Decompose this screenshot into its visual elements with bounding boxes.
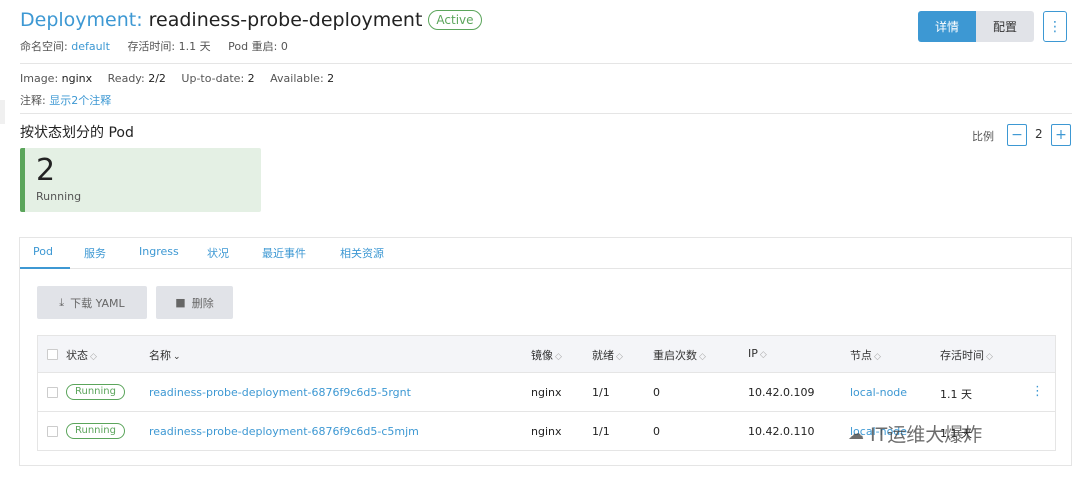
section-title: 按状态划分的 Pod bbox=[20, 125, 134, 141]
pod-state-count: 2 bbox=[36, 153, 56, 188]
pod-node-link[interactable]: local-node bbox=[850, 386, 907, 399]
header-node[interactable]: 节点 ◇ bbox=[850, 347, 881, 363]
pod-restarts: 0 bbox=[653, 386, 660, 399]
age-label: 存活时间: bbox=[127, 40, 176, 53]
scale-increase-button[interactable]: + bbox=[1051, 124, 1071, 146]
namespace-link[interactable]: default bbox=[71, 40, 110, 53]
detail-button[interactable]: 详情 bbox=[918, 11, 976, 42]
pod-ready: 1/1 bbox=[592, 425, 610, 438]
available-value: 2 bbox=[327, 72, 335, 85]
ready-value: 2/2 bbox=[148, 72, 166, 85]
watermark-text: IT运维大爆炸 bbox=[870, 424, 983, 446]
tab-related[interactable]: 相关资源 bbox=[340, 245, 384, 261]
header-name[interactable]: 名称 ⌄ bbox=[149, 347, 181, 363]
sort-icon: ◇ bbox=[759, 350, 767, 360]
divider bbox=[20, 63, 1072, 64]
row-checkbox[interactable] bbox=[47, 387, 58, 398]
row-divider bbox=[38, 411, 1055, 412]
available-label: Available: bbox=[270, 72, 324, 85]
sort-icon: ◇ bbox=[699, 352, 706, 362]
tab-ingress[interactable]: Ingress bbox=[139, 245, 179, 258]
plus-icon: + bbox=[1055, 127, 1067, 143]
download-yaml-button[interactable]: ⤓ 下载 YAML bbox=[37, 286, 147, 319]
divider bbox=[20, 113, 1072, 114]
show-annotations-link[interactable]: 显示2个注释 bbox=[49, 94, 111, 107]
side-handle bbox=[0, 100, 5, 124]
wechat-icon: ☁ bbox=[848, 424, 864, 443]
active-tab-indicator bbox=[20, 267, 70, 269]
delete-label: 删除 bbox=[191, 296, 214, 310]
sort-icon: ◇ bbox=[616, 352, 623, 362]
tab-conditions[interactable]: 状况 bbox=[207, 245, 229, 261]
sort-icon: ◇ bbox=[874, 352, 881, 362]
namespace-label: 命名空间: bbox=[20, 40, 68, 53]
delete-button[interactable]: ■ 删除 bbox=[156, 286, 233, 319]
pod-age: 1.1 天 bbox=[940, 388, 972, 401]
pod-image: nginx bbox=[531, 425, 562, 438]
annotations-row: 注释: 显示2个注释 bbox=[20, 92, 111, 108]
resource-name: readiness-probe-deployment bbox=[148, 9, 423, 31]
tab-pod[interactable]: Pod bbox=[33, 245, 53, 258]
more-menu-button[interactable]: ⋮ bbox=[1043, 11, 1067, 42]
minus-icon: − bbox=[1011, 127, 1023, 143]
resource-kind[interactable]: Deployment: bbox=[20, 9, 143, 31]
deployment-info: Image: nginx Ready: 2/2 Up-to-date: 2 Av… bbox=[20, 72, 334, 85]
pod-name-link[interactable]: readiness-probe-deployment-6876f9c6d5-c5… bbox=[149, 425, 419, 438]
pod-name-link[interactable]: readiness-probe-deployment-6876f9c6d5-5r… bbox=[149, 386, 411, 399]
sort-icon: ◇ bbox=[555, 352, 562, 362]
config-button[interactable]: 配置 bbox=[976, 11, 1034, 42]
trash-icon: ■ bbox=[175, 296, 186, 309]
header-image[interactable]: 镜像 ◇ bbox=[531, 347, 562, 363]
pod-state-label: Running bbox=[36, 190, 82, 203]
status-badge: Active bbox=[428, 10, 482, 30]
restarts-label: Pod 重启: bbox=[228, 40, 278, 53]
sort-icon: ◇ bbox=[90, 352, 97, 362]
pod-ip: 10.42.0.109 bbox=[748, 386, 815, 399]
download-label: 下载 YAML bbox=[70, 296, 125, 310]
header-restarts[interactable]: 重启次数 ◇ bbox=[653, 347, 706, 363]
sort-desc-icon: ⌄ bbox=[173, 352, 181, 362]
row-actions-button[interactable]: ⋮ bbox=[1031, 384, 1044, 399]
pod-restarts: 0 bbox=[653, 425, 660, 438]
resource-meta: 命名空间: default 存活时间: 1.1 天 Pod 重启: 0 bbox=[20, 38, 288, 54]
tab-events[interactable]: 最近事件 bbox=[262, 245, 306, 261]
scale-label: 比例 bbox=[972, 130, 994, 143]
image-label: Image: bbox=[20, 72, 59, 85]
row-checkbox[interactable] bbox=[47, 426, 58, 437]
kebab-icon: ⋮ bbox=[1048, 18, 1062, 35]
age-value: 1.1 天 bbox=[178, 40, 211, 53]
select-all-checkbox[interactable] bbox=[47, 349, 58, 360]
uptodate-value: 2 bbox=[247, 72, 255, 85]
watermark: ☁ IT运维大爆炸 bbox=[848, 420, 982, 447]
page-title: Deployment: readiness-probe-deployment A… bbox=[20, 9, 482, 31]
pod-status-badge: Running bbox=[66, 384, 125, 400]
ready-label: Ready: bbox=[107, 72, 145, 85]
pod-image: nginx bbox=[531, 386, 562, 399]
header-age[interactable]: 存活时间 ◇ bbox=[940, 347, 993, 363]
uptodate-label: Up-to-date: bbox=[181, 72, 245, 85]
scale-value: 2 bbox=[1035, 127, 1043, 141]
download-icon: ⤓ bbox=[59, 295, 65, 309]
header-status[interactable]: 状态 ◇ bbox=[66, 347, 97, 363]
header-ip[interactable]: IP ◇ bbox=[748, 347, 767, 360]
pod-status-badge: Running bbox=[66, 423, 125, 439]
restarts-value: 0 bbox=[280, 40, 288, 53]
pod-ready: 1/1 bbox=[592, 386, 610, 399]
scale-decrease-button[interactable]: − bbox=[1007, 124, 1027, 146]
header-ready[interactable]: 就绪 ◇ bbox=[592, 347, 623, 363]
pod-ip: 10.42.0.110 bbox=[748, 425, 815, 438]
annotation-label: 注释: bbox=[20, 94, 46, 107]
sort-icon: ◇ bbox=[986, 352, 993, 362]
image-value: nginx bbox=[61, 72, 93, 85]
tab-services[interactable]: 服务 bbox=[84, 245, 106, 261]
